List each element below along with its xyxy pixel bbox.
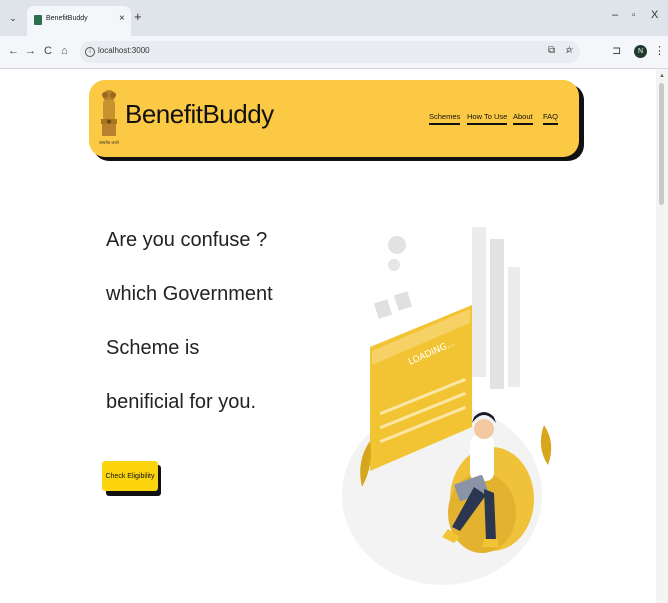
- scrollbar-thumb[interactable]: [659, 83, 664, 205]
- hero-line-1: Are you confuse ?: [106, 229, 268, 251]
- zoom-icon[interactable]: ⌕: [566, 44, 572, 57]
- extensions-icon[interactable]: ⊐: [612, 44, 621, 57]
- nav-link-schemes[interactable]: Schemes: [429, 112, 461, 125]
- brand-logo-text[interactable]: BenefitBuddy: [125, 99, 274, 130]
- new-tab-icon[interactable]: +: [134, 9, 142, 24]
- browser-menu-icon[interactable]: ⋮: [654, 44, 665, 57]
- forward-icon[interactable]: →: [25, 45, 36, 57]
- nav-link-about[interactable]: About: [513, 112, 533, 125]
- page-viewport: सत्यमेव जयते BenefitBuddy Schemes How To…: [12, 69, 655, 603]
- national-emblem-icon: सत्यमेव जयते: [99, 90, 120, 145]
- browser-toolbar: ← → C ⌂ i localhost:3000 ⧉ ☆ ⌕ ⊐ N ⋮: [0, 36, 668, 69]
- address-bar[interactable]: i localhost:3000 ⧉ ☆: [80, 41, 580, 63]
- browser-tab[interactable]: BenefitBuddy ×: [27, 6, 131, 36]
- nav-link-how-to-use[interactable]: How To Use: [467, 112, 508, 125]
- scroll-up-icon[interactable]: ▲: [659, 73, 665, 79]
- nav-link-faq[interactable]: FAQ: [543, 112, 559, 125]
- window-close-icon[interactable]: X: [651, 9, 658, 21]
- browser-tabstrip: ⌄ BenefitBuddy × + – ▫ X: [0, 0, 668, 36]
- tab-search-icon[interactable]: ⌄: [6, 11, 20, 25]
- window-minimize-icon[interactable]: –: [612, 9, 618, 21]
- emblem-caption: सत्यमेव जयते: [99, 140, 119, 145]
- profile-avatar[interactable]: N: [634, 45, 647, 58]
- tab-close-icon[interactable]: ×: [119, 13, 125, 24]
- hero-illustration: LOADING...: [342, 227, 552, 585]
- hero-line-3: Scheme is: [106, 337, 200, 359]
- favicon-icon: [34, 15, 42, 25]
- tab-title: BenefitBuddy: [46, 15, 88, 22]
- window-maximize-icon[interactable]: ▫: [632, 10, 636, 21]
- home-icon[interactable]: ⌂: [61, 45, 68, 57]
- reload-icon[interactable]: C: [44, 45, 52, 57]
- install-icon[interactable]: ⧉: [548, 45, 555, 56]
- hero-line-2: which Government: [106, 283, 273, 305]
- page-scrollbar[interactable]: ▲: [656, 69, 668, 603]
- hero-line-4: benificial for you.: [106, 391, 257, 413]
- site-header: सत्यमेव जयते BenefitBuddy Schemes How To…: [89, 80, 579, 157]
- check-eligibility-button[interactable]: Check Eligibility: [102, 461, 158, 491]
- site-info-icon[interactable]: i: [85, 47, 95, 57]
- url-text[interactable]: localhost:3000: [98, 46, 150, 55]
- back-icon[interactable]: ←: [8, 45, 19, 57]
